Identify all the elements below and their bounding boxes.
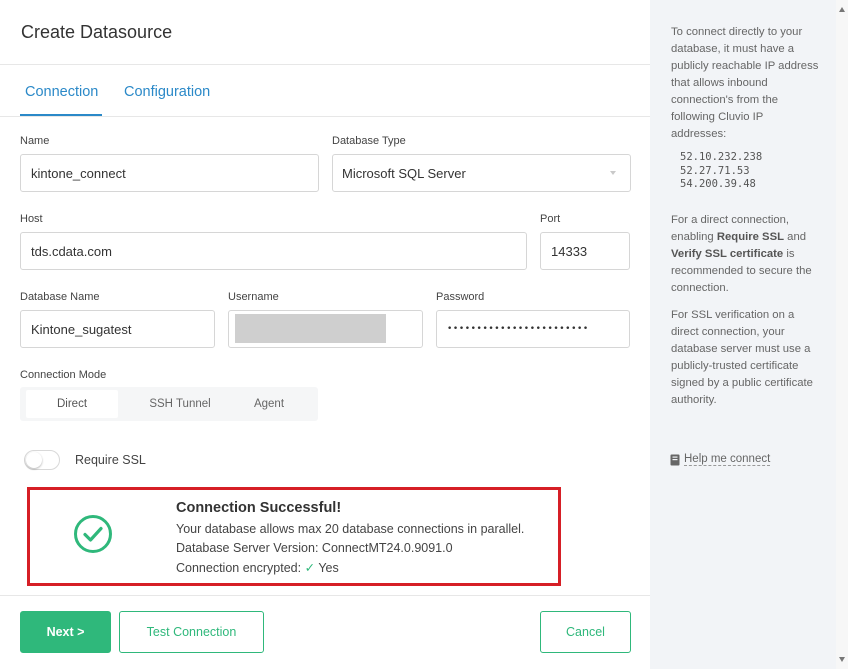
toggle-knob (26, 452, 42, 468)
ip-address: 52.10.232.238 (680, 151, 763, 163)
success-check-icon (74, 515, 112, 553)
require-ssl-label: Require SSL (75, 453, 146, 467)
ip-address: 52.27.71.53 (680, 164, 750, 177)
ssl-text-2: and (787, 231, 807, 243)
password-input[interactable]: •••••••••••••••••••••••• (436, 310, 630, 348)
database-type-label: Database Type (332, 135, 406, 147)
test-connection-button[interactable]: Test Connection (119, 611, 264, 653)
password-label: Password (436, 291, 485, 303)
ssl-bold-verify: Verify SSL certificate (671, 248, 784, 260)
result-title: Connection Successful! (176, 500, 342, 516)
connection-mode-label: Connection Mode (20, 369, 107, 381)
connection-result-box: Connection Successful! Your database all… (27, 487, 561, 586)
sidebar-intro: To connect directly to your database, it… (671, 26, 819, 140)
database-type-select[interactable]: Microsoft SQL Server (332, 154, 631, 192)
name-input[interactable] (20, 154, 319, 192)
password-mask: •••••••••••••••••••••••• (447, 324, 589, 334)
username-label: Username (228, 291, 279, 303)
host-label: Host (20, 213, 43, 225)
database-name-label: Database Name (20, 291, 100, 303)
scroll-down-icon[interactable] (839, 657, 845, 662)
result-encrypted: Connection encrypted: ✓ Yes (176, 560, 339, 575)
book-icon (670, 454, 680, 465)
require-ssl-toggle[interactable] (24, 450, 60, 470)
username-input[interactable] (228, 310, 423, 348)
redacted-username (235, 314, 386, 343)
sidebar-ssl-verification: For SSL verification on a direct connect… (671, 309, 813, 406)
database-name-input[interactable] (20, 310, 215, 348)
name-label: Name (20, 135, 50, 147)
mode-direct-button[interactable]: Direct (26, 390, 118, 418)
scroll-up-icon[interactable] (839, 7, 845, 12)
sidebar-ssl-recommendation: For a direct connection, enabling Requir… (671, 212, 821, 297)
next-button[interactable]: Next > (20, 611, 111, 653)
help-me-connect-link[interactable]: Help me connect (670, 453, 771, 466)
host-input[interactable] (20, 232, 527, 270)
mode-ssh-tunnel-button[interactable]: SSH Tunnel (130, 390, 230, 418)
footer-divider (0, 595, 650, 596)
help-link-label: Help me connect (684, 453, 771, 466)
chevron-down-icon (610, 171, 616, 175)
ip-address: 54.200.39.48 (680, 178, 756, 190)
database-type-value: Microsoft SQL Server (342, 165, 466, 181)
tab-connection[interactable]: Connection (25, 84, 98, 100)
ssl-bold-require: Require SSL (716, 231, 785, 243)
port-label: Port (540, 213, 561, 225)
port-input[interactable] (540, 232, 630, 270)
create-datasource-dialog: Create Datasource Connection Configurati… (0, 0, 650, 669)
mode-agent-button[interactable]: Agent (230, 390, 308, 418)
dialog-title: Create Datasource (21, 22, 173, 42)
connection-mode-segmented: Direct SSH Tunnel Agent (20, 387, 318, 421)
help-sidebar: To connect directly to your database, it… (650, 0, 836, 669)
title-divider (0, 64, 650, 65)
tabs-divider (0, 116, 650, 117)
check-icon: ✓ (304, 561, 316, 575)
tab-configuration[interactable]: Configuration (124, 84, 210, 100)
vertical-scrollbar[interactable] (836, 0, 848, 669)
encrypted-label: Connection encrypted: (176, 561, 302, 575)
encrypted-value: Yes (318, 561, 339, 575)
result-server-version: Database Server Version: ConnectMT24.0.9… (176, 541, 453, 555)
ip-address-list: 52.10.232.238 52.27.71.53 54.200.39.48 (680, 151, 762, 192)
result-max-connections: Your database allows max 20 database con… (176, 522, 525, 536)
cancel-button[interactable]: Cancel (540, 611, 631, 653)
